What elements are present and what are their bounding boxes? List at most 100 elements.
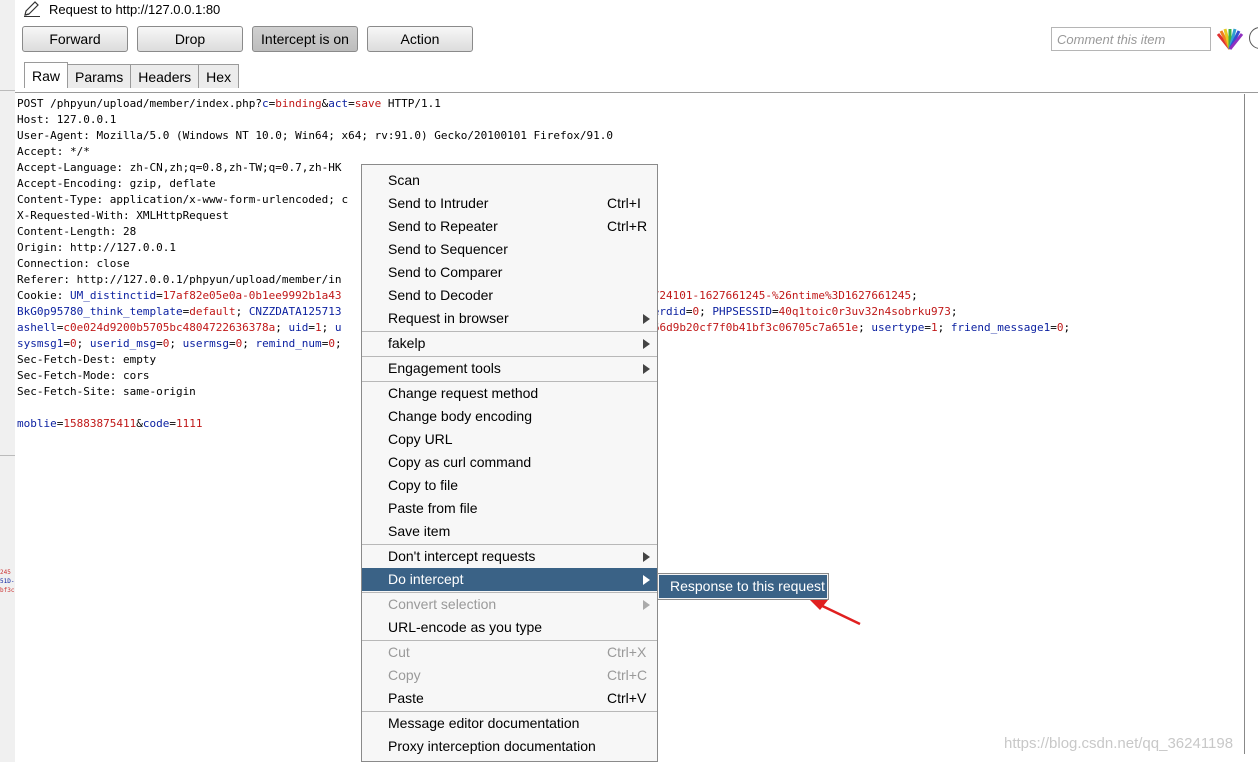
menu-item-save-item[interactable]: Save item: [362, 520, 657, 543]
request-token: PHPSESSID: [712, 305, 773, 318]
strip-divider: [0, 90, 15, 91]
request-token: =: [348, 97, 355, 110]
menu-item-label: Send to Repeater: [388, 218, 498, 234]
request-token: 17af82e05e0a-0b1ee9992b1a43: [162, 289, 342, 302]
menu-item-proxy-interception-documentation[interactable]: Proxy interception documentation: [362, 735, 657, 758]
request-token: 1111: [175, 417, 203, 430]
request-token: ;: [76, 337, 90, 350]
request-token: 0: [69, 337, 77, 350]
drop-button[interactable]: Drop: [137, 26, 243, 52]
help-circle-icon[interactable]: [1249, 27, 1258, 49]
request-token: =: [63, 337, 70, 350]
request-token: POST /phpyun/upload/member/index.php?: [17, 97, 263, 110]
menu-item-message-editor-documentation[interactable]: Message editor documentation: [362, 712, 657, 735]
request-line: Connection: close: [17, 256, 130, 272]
request-token: Sec-Fetch-Site: same-origin: [17, 385, 196, 398]
highlight-color-icon[interactable]: [1216, 28, 1244, 50]
tab-hex[interactable]: Hex: [198, 64, 240, 88]
menu-item-send-to-intruder[interactable]: Send to Intruder Ctrl+I: [362, 192, 657, 215]
forward-button[interactable]: Forward: [22, 26, 128, 52]
request-token: ;: [242, 337, 256, 350]
request-token: =: [156, 337, 163, 350]
request-token: binding: [275, 97, 322, 110]
request-token: ;: [858, 321, 872, 334]
request-token: =: [156, 289, 163, 302]
request-token: default: [189, 305, 236, 318]
tab-raw[interactable]: Raw: [24, 62, 69, 88]
menu-item-scan[interactable]: Scan: [362, 169, 657, 192]
request-token: Accept-Language: zh-CN,zh;q=0.8,zh-TW;q=…: [17, 161, 342, 174]
request-token: Content-Type: application/x-www-form-url…: [17, 193, 349, 206]
request-token: X-Requested-With: XMLHttpRequest: [17, 209, 229, 222]
request-token: Sec-Fetch-Dest: empty: [17, 353, 157, 366]
request-token: moblie: [17, 417, 57, 430]
submenu-arrow-icon: [643, 364, 650, 374]
request-token: 1: [931, 321, 938, 334]
request-title: Request to http://127.0.0.1:80: [23, 0, 220, 18]
menu-item-don-t-intercept-requests[interactable]: Don't intercept requests: [362, 545, 657, 568]
menu-item-paste-from-file[interactable]: Paste from file: [362, 497, 657, 520]
request-title-text: Request to http://127.0.0.1:80: [49, 1, 221, 17]
menu-item-copy-as-curl-command[interactable]: Copy as curl command: [362, 451, 657, 474]
request-line: Origin: http://127.0.0.1: [17, 240, 176, 256]
pencil-icon: [24, 1, 40, 17]
request-token: BkG0p95780_think_template: [17, 305, 183, 318]
request-token: sysmsg1: [17, 337, 64, 350]
request-token: save: [354, 97, 382, 110]
menu-item-label: Paste: [388, 690, 424, 706]
request-token: ;: [699, 305, 713, 318]
request-token: ;: [950, 305, 958, 318]
request-line: Content-Type: application/x-www-form-url…: [17, 192, 348, 208]
request-token: =: [1050, 321, 1057, 334]
request-line: POST /phpyun/upload/member/index.php?c = b…: [17, 96, 441, 112]
action-button[interactable]: Action: [367, 26, 473, 52]
menu-item-url-encode-as-you-type[interactable]: URL-encode as you type: [362, 616, 657, 639]
request-token: ;: [169, 337, 183, 350]
menu-item-send-to-comparer[interactable]: Send to Comparer: [362, 261, 657, 284]
request-token: Accept-Encoding: gzip, deflate: [17, 177, 216, 190]
menu-item-send-to-sequencer[interactable]: Send to Sequencer: [362, 238, 657, 261]
request-line: Host: 127.0.0.1: [17, 112, 116, 128]
menu-item-send-to-decoder[interactable]: Send to Decoder: [362, 284, 657, 307]
menu-item-request-in-browser[interactable]: Request in browser: [362, 307, 657, 330]
request-token: =: [228, 337, 236, 350]
menu-item-send-to-repeater[interactable]: Send to Repeater Ctrl+R: [362, 215, 657, 238]
request-token: ashell: [17, 321, 57, 334]
request-token: ;: [937, 321, 951, 334]
editor-scrollbar[interactable]: [1242, 92, 1258, 762]
request-line: X-Requested-With: XMLHttpRequest: [17, 208, 229, 224]
menu-item-copy-to-file[interactable]: Copy to file: [362, 474, 657, 497]
menu-item-label: Send to Intruder: [388, 195, 489, 211]
request-token: userid_msg: [89, 337, 157, 350]
request-token: ;: [334, 337, 342, 350]
menu-item-cut: Cut Ctrl+X: [362, 641, 657, 664]
menu-item-label: Scan: [388, 172, 420, 188]
menu-item-label: Proxy interception documentation: [388, 738, 596, 754]
request-token: Cookie:: [17, 289, 70, 302]
request-token: =: [772, 305, 779, 318]
request-token: ;: [275, 321, 289, 334]
menu-item-engagement-tools[interactable]: Engagement tools: [362, 357, 657, 380]
request-line: Accept-Encoding: gzip, deflate: [17, 176, 216, 192]
request-token: ;: [1063, 321, 1071, 334]
intercept-toggle-button[interactable]: Intercept is on: [252, 26, 358, 52]
tab-params[interactable]: Params: [67, 64, 132, 88]
menu-item-change-body-encoding[interactable]: Change body encoding: [362, 405, 657, 428]
menu-item-copy-url[interactable]: Copy URL: [362, 428, 657, 451]
menu-item-label: Copy URL: [388, 431, 453, 447]
comment-field[interactable]: Comment this item: [1051, 27, 1211, 51]
tab-headers[interactable]: Headers: [130, 64, 200, 88]
menu-item-label: Copy as curl command: [388, 454, 532, 470]
request-line: Sec-Fetch-Mode: cors: [17, 368, 149, 384]
strip-divider: [0, 455, 15, 456]
request-token: friend_message1: [950, 321, 1051, 334]
menu-item-label: Cut: [388, 644, 410, 660]
menu-item-label: Change request method: [388, 385, 539, 401]
request-token: HTTP/1.1: [381, 97, 441, 110]
menu-item-label: fakelp: [388, 335, 426, 351]
submenu-arrow-icon: [643, 552, 650, 562]
menu-item-fakelp[interactable]: fakelp: [362, 332, 657, 355]
menu-item-paste[interactable]: Paste Ctrl+V: [362, 687, 657, 710]
menu-item-do-intercept[interactable]: Do intercept: [362, 568, 657, 591]
menu-item-change-request-method[interactable]: Change request method: [362, 382, 657, 405]
